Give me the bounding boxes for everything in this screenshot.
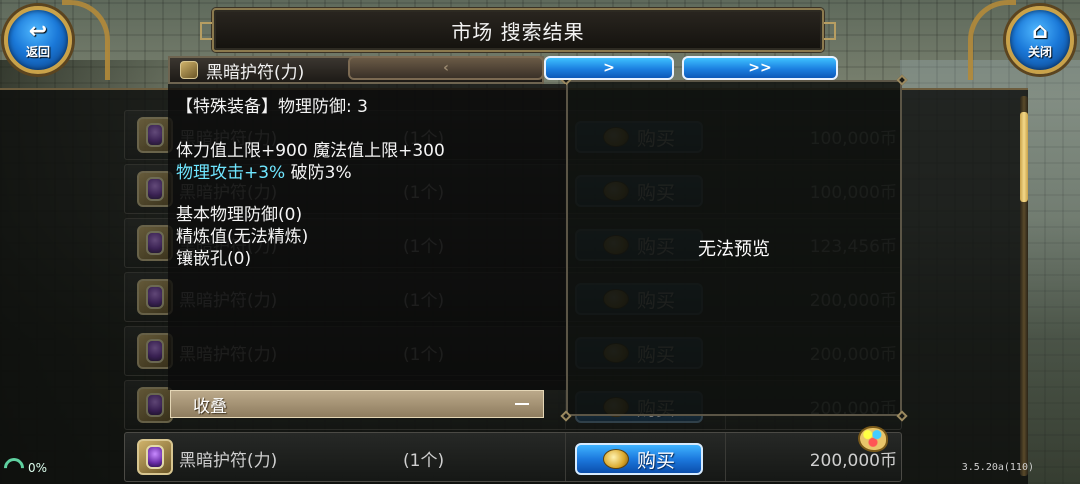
coin-icon [602, 449, 629, 469]
minus-icon [515, 403, 529, 405]
prev-label: ‹ [443, 60, 449, 76]
buy-button[interactable]: 购买 [575, 443, 703, 475]
amulet-icon [180, 61, 198, 79]
close-label: 关闭 [1027, 44, 1052, 59]
item-quantity: (1个) [403, 451, 445, 471]
tooltip-body: 【特殊装备】物理防御: 3 体力值上限+900 魔法值上限+300 物理攻击+3… [168, 84, 566, 390]
tooltip-line-type: 【特殊装备】物理防御: 3 [176, 97, 368, 117]
preview-unavailable-text: 无法预览 [698, 239, 770, 260]
listing-row[interactable]: 黑暗护符(力) (1个) 购买 200,000币 [124, 432, 902, 482]
collapse-button[interactable]: 收叠 [170, 390, 544, 418]
buy-label: 购买 [636, 449, 675, 472]
back-arrow-icon: ↩ [28, 18, 48, 44]
back-button[interactable]: ↩ 返回 [4, 6, 72, 74]
tooltip-item-name: 黑暗护符(力) [206, 62, 305, 83]
item-price: 200,000币 [809, 451, 897, 471]
amulet-icon[interactable] [137, 387, 173, 423]
last-label: >> [748, 60, 772, 76]
page-title: 市场 搜索结果 [200, 8, 836, 52]
tooltip-armor-break: 破防3% [290, 163, 352, 183]
back-label: 返回 [25, 44, 50, 59]
home-icon: ⌂ [1032, 18, 1048, 44]
version-label: 3.5.20a(110) [961, 462, 1034, 473]
last-page-button[interactable]: >> [682, 56, 838, 80]
signal-percent: 0% [28, 461, 48, 475]
item-name: 黑暗护符(力) [179, 451, 278, 471]
amulet-icon[interactable] [137, 439, 173, 475]
palette-icon[interactable] [858, 426, 888, 452]
tooltip-line-attack: 物理攻击+3% 破防3% [176, 158, 352, 183]
network-status: 0% [0, 453, 48, 483]
cell-divider [565, 433, 566, 481]
tooltip-line-sockets: 镶嵌孔(0) [176, 249, 252, 269]
next-label: > [603, 60, 615, 76]
tooltip-attack-bonus: 物理攻击+3% [176, 163, 286, 183]
collapse-label: 收叠 [193, 396, 227, 417]
prev-page-button[interactable]: ‹ [348, 56, 544, 80]
cell-divider [725, 433, 726, 481]
preview-panel: 无法预览 [560, 74, 908, 422]
page-title-text: 市场 搜索结果 [451, 19, 585, 44]
close-button[interactable]: ⌂ 关闭 [1006, 6, 1074, 74]
next-page-button[interactable]: > [544, 56, 674, 80]
scrollbar-thumb[interactable] [1020, 112, 1028, 202]
signal-icon [0, 453, 29, 483]
